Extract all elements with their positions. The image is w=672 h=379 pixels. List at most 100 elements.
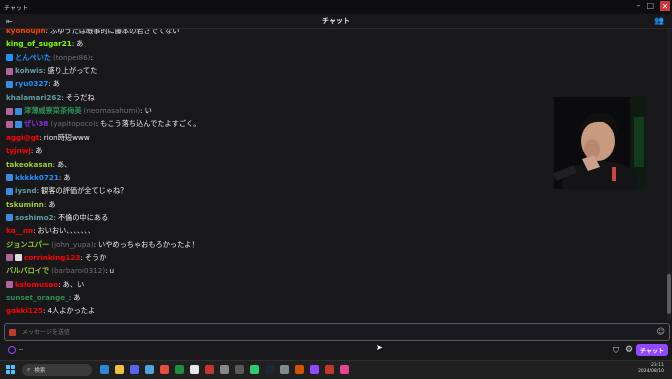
- chat-message-text: ふゆうたは暇事的に藤本の若さでてない: [50, 29, 180, 35]
- user-badge-icon[interactable]: [6, 214, 13, 222]
- chat-username[interactable]: バルバロイで: [6, 265, 49, 277]
- close-icon[interactable]: ✕: [660, 1, 670, 11]
- user-badge-icon[interactable]: [15, 254, 22, 262]
- scrollbar-thumb[interactable]: [667, 274, 671, 314]
- chat-message[interactable]: gakki125:4人よかったよ: [6, 305, 95, 317]
- chat-username[interactable]: iysnd: [15, 185, 37, 197]
- chat-username[interactable]: ぜい38: [24, 118, 48, 130]
- chat-separator: :: [39, 132, 42, 142]
- chat-username[interactable]: kohwis: [15, 65, 43, 77]
- chat-message[interactable]: tskuminn: あ: [6, 199, 55, 211]
- user-badge-icon[interactable]: [6, 80, 13, 88]
- chat-message[interactable]: ぜい38 (yapitopoco): もこう落ち込んでたよすごく。: [6, 118, 200, 130]
- chat-username[interactable]: tskuminn: [6, 199, 44, 211]
- taskbar-search[interactable]: ⌕ 検索: [22, 364, 92, 376]
- chat-username[interactable]: ryu0327: [15, 78, 48, 90]
- user-badge-icon[interactable]: [15, 120, 22, 128]
- taskbar-clock[interactable]: 23:11 2024/08/10: [638, 363, 664, 375]
- chat-message[interactable]: khalamari262: そうだね: [6, 92, 95, 104]
- chat-message[interactable]: iysnd: 観客の評価が全てじゃね？: [6, 185, 127, 197]
- taskbar-app-icon[interactable]: [100, 365, 109, 374]
- chat-username[interactable]: tyjnwj: [6, 145, 31, 157]
- taskbar-app-icon[interactable]: [235, 365, 244, 374]
- chat-username[interactable]: ジョンユパー: [6, 239, 49, 251]
- chat-message-text: あ: [63, 172, 71, 182]
- taskbar-app-icon[interactable]: [340, 365, 349, 374]
- chat-username[interactable]: kyohoujin: [6, 29, 46, 37]
- user-manage-icon[interactable]: 👥: [654, 16, 664, 25]
- chat-message-text: あ: [48, 199, 56, 209]
- chat-separator: :: [33, 226, 36, 236]
- chat-username[interactable]: とんぺいた: [15, 52, 51, 64]
- chat-username[interactable]: kslomusoo: [15, 279, 58, 291]
- user-badge-icon[interactable]: [6, 174, 13, 182]
- collapse-icon[interactable]: ⇤: [6, 17, 13, 26]
- chat-username[interactable]: 津薄威寮菜茶侮美: [24, 105, 82, 117]
- taskbar-app-icon[interactable]: [310, 365, 319, 374]
- chat-separator: :: [105, 266, 108, 276]
- user-badge-icon[interactable]: [6, 187, 13, 195]
- chat-username[interactable]: aggi@gt: [6, 132, 39, 144]
- chat-username[interactable]: khalamari262: [6, 92, 61, 104]
- shield-icon[interactable]: ⛉: [613, 346, 619, 356]
- gear-icon[interactable]: ⚙: [625, 345, 633, 355]
- taskbar-app-icon[interactable]: [265, 365, 274, 374]
- maximize-icon[interactable]: □: [646, 1, 654, 11]
- chat-username[interactable]: soshimo2: [15, 212, 54, 224]
- user-badge-icon[interactable]: [6, 107, 13, 115]
- chat-message[interactable]: ジョンユパー (john_yupa): いやめっちゃおもろかったよ！: [6, 239, 199, 251]
- chat-message-input[interactable]: [20, 327, 624, 337]
- chat-header: ⇤ チャット 👥: [0, 14, 672, 29]
- chat-message[interactable]: ka__nn: おいおい、、、、、、、: [6, 225, 95, 237]
- chat-username[interactable]: ka__nn: [6, 225, 33, 237]
- chat-message[interactable]: kkkkk0721: あ: [6, 172, 71, 184]
- chat-message[interactable]: とんぺいた (tonpei86):: [6, 52, 95, 64]
- chat-message[interactable]: corrinking123: そうか: [6, 252, 106, 264]
- chat-message[interactable]: tyjnwj: あ: [6, 145, 42, 157]
- windows-start-icon[interactable]: [6, 365, 16, 375]
- chat-message[interactable]: kyohoujin: ふゆうたは暇事的に藤本の若さでてない: [6, 29, 179, 37]
- taskbar-app-icon[interactable]: [220, 365, 229, 374]
- minimize-icon[interactable]: –: [636, 1, 640, 11]
- chat-message[interactable]: soshimo2: 不倫の中にある: [6, 212, 108, 224]
- taskbar-app-icon[interactable]: [325, 365, 334, 374]
- chat-input-bar[interactable]: ☺: [4, 323, 670, 341]
- user-badge-icon[interactable]: [6, 254, 13, 262]
- channel-points-value: --: [19, 346, 24, 353]
- chat-message[interactable]: sunset_orange_: あ: [6, 292, 80, 304]
- chat-username[interactable]: gakki125: [6, 305, 43, 317]
- taskbar-app-icon[interactable]: [160, 365, 169, 374]
- user-badge-icon[interactable]: [15, 107, 22, 115]
- chat-message[interactable]: kslomusoo: あ、い: [6, 279, 84, 291]
- chat-username[interactable]: takeokasan: [6, 159, 53, 171]
- chat-message[interactable]: 津薄威寮菜茶侮美 (neomasahumi): い: [6, 105, 152, 117]
- chat-identity-badge[interactable]: [9, 328, 16, 336]
- chat-message[interactable]: king_of_sugar21: あ: [6, 38, 83, 50]
- taskbar-app-icon[interactable]: [190, 365, 199, 374]
- taskbar-app-icon[interactable]: [295, 365, 304, 374]
- send-chat-button[interactable]: チャット: [636, 344, 668, 356]
- chat-username[interactable]: sunset_orange_: [6, 292, 69, 304]
- taskbar-app-icon[interactable]: [280, 365, 289, 374]
- taskbar-app-icon[interactable]: [115, 365, 124, 374]
- chat-message-text: u: [109, 266, 115, 276]
- channel-points-icon[interactable]: [8, 346, 16, 354]
- chat-username[interactable]: kkkkk0721: [15, 172, 59, 184]
- chat-username[interactable]: king_of_sugar21: [6, 38, 72, 50]
- taskbar-app-icon[interactable]: [205, 365, 214, 374]
- user-badge-icon[interactable]: [6, 281, 13, 289]
- chat-message[interactable]: ryu0327: あ: [6, 78, 60, 90]
- user-badge-icon[interactable]: [6, 120, 13, 128]
- taskbar-app-icon[interactable]: [130, 365, 139, 374]
- chat-message[interactable]: takeokasan: あ、: [6, 159, 71, 171]
- chat-message[interactable]: kohwis: 盛り上がってた: [6, 65, 97, 77]
- emote-icon[interactable]: ☺: [657, 327, 665, 336]
- taskbar-app-icon[interactable]: [145, 365, 154, 374]
- chat-username[interactable]: corrinking123: [24, 252, 80, 264]
- user-badge-icon[interactable]: [6, 54, 13, 62]
- user-badge-icon[interactable]: [6, 67, 13, 75]
- chat-message[interactable]: aggi@gt: rion時短www: [6, 132, 90, 144]
- chat-message[interactable]: バルバロイで (barbaroi0312): u: [6, 265, 114, 277]
- taskbar-app-icon[interactable]: [175, 365, 184, 374]
- taskbar-app-icon[interactable]: [250, 365, 259, 374]
